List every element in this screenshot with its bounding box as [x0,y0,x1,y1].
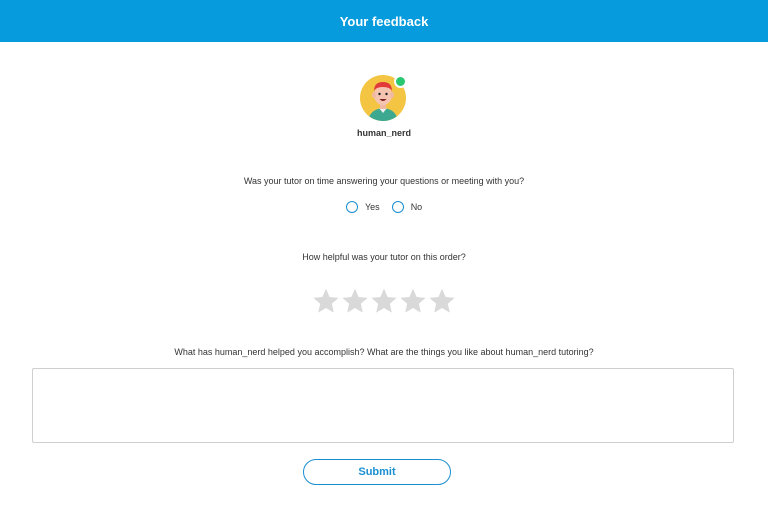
star-icon-4[interactable] [399,287,427,315]
feedback-textarea[interactable] [32,368,734,443]
star-icon-3[interactable] [370,287,398,315]
helpful-question: How helpful was your tutor on this order… [302,252,466,262]
on-time-radio-group: Yes No [346,201,434,213]
radio-yes-label: Yes [365,202,380,212]
accomplish-question: What has human_nerd helped you accomplis… [174,347,594,357]
star-icon-5[interactable] [428,287,456,315]
radio-option-no[interactable]: No [391,201,423,213]
tutor-avatar-container [360,75,407,121]
on-time-question: Was your tutor on time answering your qu… [243,176,525,186]
online-status-indicator [394,75,407,88]
radio-no-label: No [410,202,423,212]
header-bar: Your feedback [0,0,768,42]
star-icon-2[interactable] [341,287,369,315]
tutor-username: human_nerd [356,128,411,138]
star-rating [312,287,457,315]
radio-yes[interactable] [346,201,358,213]
star-icon-1[interactable] [312,287,340,315]
submit-button[interactable]: Submit [303,459,451,485]
radio-no[interactable] [391,201,404,213]
radio-option-yes[interactable]: Yes [346,201,380,213]
page-title: Your feedback [339,13,429,29]
